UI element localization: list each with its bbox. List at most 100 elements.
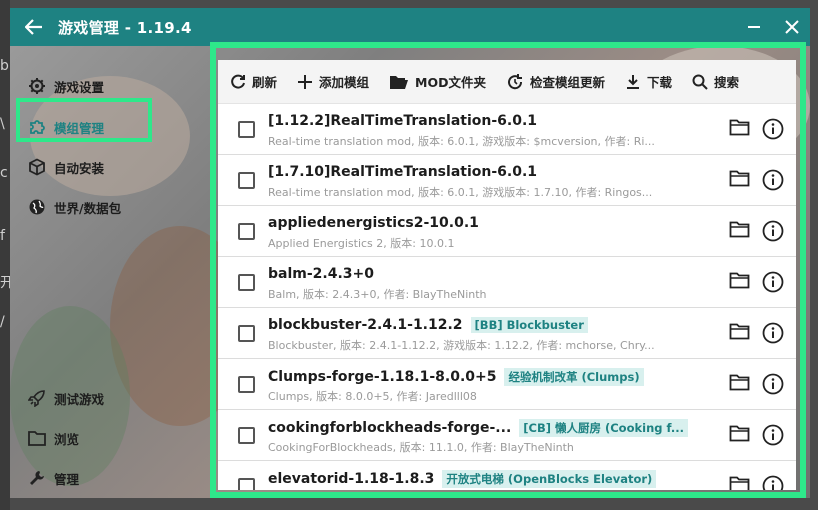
download-button[interactable]: 下载: [625, 72, 672, 91]
edge-char: f: [0, 228, 5, 244]
mod-checkbox[interactable]: [238, 376, 255, 393]
folder-icon: [729, 374, 750, 391]
mod-list-item[interactable]: [1.12.2]RealTimeTranslation-6.0.1 Real-t…: [218, 104, 796, 155]
edge-char: \: [0, 116, 5, 132]
refresh-button[interactable]: 刷新: [230, 72, 277, 91]
game-manager-window: 游戏管理 - 1.19.4 游戏设置 模组管理 自动安装 世界/数据包 测试游戏: [10, 8, 810, 498]
mod-name: [1.7.10]RealTimeTranslation-6.0.1: [268, 164, 538, 180]
edge-char: /: [0, 314, 5, 330]
wrench-icon: [24, 469, 54, 487]
open-folder-button[interactable]: [729, 119, 750, 140]
open-folder-button[interactable]: [729, 374, 750, 395]
folder-open-icon: [390, 75, 409, 89]
sidebar-item-label: 游戏设置: [54, 79, 105, 95]
mod-list-item[interactable]: appliedenergistics2-10.0.1 Applied Energ…: [218, 206, 796, 257]
mod-description: Real-time translation mod, 版本: 6.0.1, 游戏…: [268, 186, 653, 199]
mod-list-item[interactable]: elevatorid-1.18-1.8.3 开放式电梯 (OpenBlocks E…: [218, 461, 796, 490]
close-icon: [785, 20, 799, 34]
info-icon: [762, 424, 784, 446]
box-icon: [24, 158, 54, 176]
arrow-left-icon: [25, 19, 42, 35]
mod-info-button[interactable]: [762, 475, 784, 490]
edge-char: b: [0, 58, 9, 74]
mod-checkbox[interactable]: [238, 223, 255, 240]
mod-tag: [BB] Blockbuster: [470, 317, 588, 333]
mod-description: Clumps, 版本: 8.0.0+5, 作者: Jaredlll08: [268, 390, 477, 403]
info-icon: [762, 169, 784, 191]
mod-checkbox[interactable]: [238, 172, 255, 189]
mod-info-button[interactable]: [762, 169, 784, 195]
sidebar-item-label: 自动安装: [54, 160, 105, 176]
mod-tag: 开放式电梯 (OpenBlocks Elevator): [442, 470, 657, 488]
title-bar: 游戏管理 - 1.19.4: [10, 8, 810, 46]
open-folder-button[interactable]: [729, 425, 750, 446]
open-folder-button[interactable]: [729, 221, 750, 242]
mod-checkbox[interactable]: [238, 478, 255, 490]
window-title: 游戏管理 - 1.19.4: [58, 18, 192, 37]
open-folder-button[interactable]: [729, 272, 750, 293]
download-icon: [627, 74, 639, 89]
mod-info-button[interactable]: [762, 271, 784, 297]
mod-name: blockbuster-2.4.1-1.12.2: [268, 317, 463, 333]
folder-icon: [729, 323, 750, 340]
mod-list-item[interactable]: Clumps-forge-1.18.1-8.0.0+5 经验机制改革 (Clump…: [218, 359, 796, 410]
sidebar-item-browse[interactable]: 浏览: [24, 420, 204, 456]
open-folder-button[interactable]: [729, 170, 750, 191]
folder-icon: [729, 221, 750, 238]
sidebar-item-worlds[interactable]: 世界/数据包: [24, 189, 204, 225]
mod-name: elevatorid-1.18-1.8.3: [268, 471, 435, 487]
gear-icon: [24, 77, 54, 95]
mod-info-button[interactable]: [762, 322, 784, 348]
sidebar-item-auto-install[interactable]: 自动安装: [24, 149, 204, 185]
sidebar-item-label: 测试游戏: [54, 391, 105, 407]
mod-info-button[interactable]: [762, 424, 784, 450]
background-edge: b \ c f 开 /: [0, 0, 14, 510]
sidebar-item-label: 管理: [54, 471, 80, 487]
mod-list-item[interactable]: [1.7.10]RealTimeTranslation-6.0.1 Real-t…: [218, 155, 796, 206]
mod-description: Applied Energistics 2, 版本: 10.0.1: [268, 237, 455, 250]
open-folder-button[interactable]: [729, 476, 750, 490]
mod-title: [1.12.2]RealTimeTranslation-6.0.1: [268, 113, 537, 129]
toolbar: 刷新 添加模组 MOD文件夹 检查模组更新 下载 搜索: [218, 60, 796, 104]
mod-checkbox[interactable]: [238, 427, 255, 444]
search-button[interactable]: 搜索: [692, 72, 739, 91]
mod-info-button[interactable]: [762, 220, 784, 246]
minimize-button[interactable]: [736, 8, 772, 46]
mod-name: Clumps-forge-1.18.1-8.0.0+5: [268, 369, 497, 385]
sidebar-item-test-game[interactable]: 测试游戏: [24, 380, 204, 416]
sidebar-item-label: 世界/数据包: [54, 200, 122, 216]
mod-folder-button[interactable]: MOD文件夹: [389, 72, 486, 91]
search-icon: [692, 74, 708, 90]
mod-info-button[interactable]: [762, 118, 784, 144]
mod-title: blockbuster-2.4.1-1.12.2 [BB] Blockbuster: [268, 317, 588, 333]
mod-checkbox[interactable]: [238, 325, 255, 342]
open-folder-button[interactable]: [729, 323, 750, 344]
update-icon: [508, 73, 522, 89]
mod-name: cookingforblockheads-forge-...: [268, 420, 512, 436]
folder-icon: [729, 425, 750, 442]
close-button[interactable]: [774, 8, 810, 46]
mod-title: elevatorid-1.18-1.8.3 开放式电梯 (OpenBlocks E…: [268, 470, 657, 488]
info-icon: [762, 373, 784, 395]
folder-icon: [729, 272, 750, 289]
mod-info-button[interactable]: [762, 373, 784, 399]
info-icon: [762, 220, 784, 242]
mod-list-item[interactable]: cookingforblockheads-forge-... [CB] 懒人厨房 …: [218, 410, 796, 461]
sidebar-item-manage[interactable]: 管理: [24, 460, 204, 496]
mod-checkbox[interactable]: [238, 121, 255, 138]
check-update-button[interactable]: 检查模组更新: [506, 72, 605, 91]
info-icon: [762, 271, 784, 293]
mod-checkbox[interactable]: [238, 274, 255, 291]
mod-description: Real-time translation mod, 版本: 6.0.1, 游戏…: [268, 135, 655, 148]
info-icon: [762, 322, 784, 344]
mod-list-item[interactable]: blockbuster-2.4.1-1.12.2 [BB] Blockbuster…: [218, 308, 796, 359]
mod-description: Blockbuster, 版本: 2.4.1-1.12.2, 游戏版本: 1.1…: [268, 339, 655, 352]
plus-icon: [298, 74, 313, 89]
mod-title: appliedenergistics2-10.0.1: [268, 215, 479, 231]
mod-list-item[interactable]: balm-2.4.3+0 Balm, 版本: 2.4.3+0, 作者: Blay…: [218, 257, 796, 308]
refresh-icon: [231, 74, 245, 89]
rocket-icon: [24, 389, 54, 407]
back-button[interactable]: [10, 8, 58, 46]
folder-icon: [729, 170, 750, 187]
add-mod-button[interactable]: 添加模组: [297, 72, 369, 91]
